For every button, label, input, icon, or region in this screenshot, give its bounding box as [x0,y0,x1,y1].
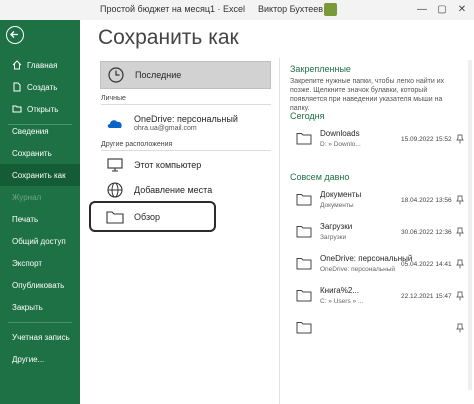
sidebar-item-info[interactable]: Сведения [0,120,80,142]
sidebar-item-save[interactable]: Сохранить [0,142,80,164]
sidebar-item-label: Общий доступ [12,236,66,246]
sidebar-divider [8,322,72,323]
folder-icon [296,133,312,145]
column-divider [279,58,280,404]
new-file-icon [13,82,21,92]
section-header-pinned: Закрепленные [290,64,351,74]
sidebar-item-account[interactable]: Учетная запись [0,326,80,348]
folder-path: Документы [320,202,354,209]
folder-row[interactable]: Загрузки Загрузки 30.06.2022 12:36 [290,221,474,245]
location-label: OneDrive: персональный [134,114,238,124]
folder-icon [296,322,312,334]
folder-name: OneDrive: персональный [320,254,413,263]
onedrive-icon [107,120,122,128]
folder-date: 22.12.2021 15:47 [401,293,452,300]
sidebar-item-close[interactable]: Закрыть [0,296,80,318]
globe-icon [107,182,123,198]
sidebar-item-share[interactable]: Общий доступ [0,230,80,252]
home-icon [12,60,22,70]
sidebar-item-open[interactable]: Открыть [0,98,80,120]
minimize-button[interactable]: — [412,2,432,18]
folder-date: 18.04.2022 13:56 [401,197,452,204]
folder-row[interactable]: OneDrive: персональный OneDrive: персона… [290,253,474,277]
sidebar-item-history: Журнал [0,186,80,208]
folder-name: Загрузки [320,222,353,231]
sidebar-item-label: Сохранить [12,148,52,158]
location-this-pc[interactable]: Этот компьютер [100,151,271,179]
folder-icon [296,194,312,206]
sidebar-item-label: Создать [27,82,58,92]
sidebar-item-more[interactable]: Другие... [0,348,80,370]
location-recent[interactable]: Последние [100,61,271,89]
sidebar-item-label: Открыть [27,104,59,114]
sidebar-item-print[interactable]: Печать [0,208,80,230]
folder-date: 05.04.2022 14:41 [401,261,452,268]
folder-path: D: » Downlo... [320,141,361,148]
sidebar-item-label: Закрыть [12,302,43,312]
pin-icon[interactable] [456,134,464,144]
pin-icon[interactable] [456,227,464,237]
folder-icon [296,290,312,302]
restore-button[interactable]: ▢ [432,2,452,18]
document-title: Простой бюджет на месяц1 · Excel [100,4,246,14]
folder-path: C: » Users » ... [320,298,364,305]
sidebar-item-label: Экспорт [12,258,43,268]
location-label: Добавление места [134,185,213,195]
scrollbar[interactable] [468,60,472,390]
arrow-left-icon [10,31,18,38]
clock-icon [108,67,124,83]
folder-icon [296,226,312,238]
pin-icon[interactable] [456,259,464,269]
location-onedrive[interactable]: OneDrive: персональный ohra.ua@gmail.com [100,108,271,138]
group-divider [101,104,271,105]
group-header-personal: Личные [101,95,126,102]
sidebar-item-label: Сохранить как [12,170,66,180]
sidebar-item-publish[interactable]: Опубликовать [0,274,80,296]
pin-icon[interactable] [456,323,464,333]
location-label: Этот компьютер [134,160,202,170]
folder-icon [296,258,312,270]
folder-name: Книга%2... [320,286,359,295]
location-account: ohra.ua@gmail.com [134,125,197,132]
folder-path: Загрузки [320,234,347,241]
user-avatar[interactable] [324,3,337,16]
sidebar-item-home[interactable]: Главная [0,54,80,76]
pinned-description: Закрепите нужные папки, чтобы легко найт… [290,78,445,112]
folder-date: 30.06.2022 12:36 [401,229,452,236]
folder-name: Downloads [320,129,360,138]
section-header-today: Сегодня [290,111,325,121]
user-name[interactable]: Виктор Бухтеев [258,4,323,14]
folder-open-icon [12,105,22,113]
location-add-place[interactable]: Добавление места [100,176,271,204]
section-header-long-ago: Совсем давно [290,172,350,182]
sidebar-item-label: Сведения [12,126,49,136]
sidebar-item-label: Другие... [12,354,45,364]
folder-name: Документы [320,190,362,199]
title-bar: Простой бюджет на месяц1 · Excel Виктор … [0,0,474,20]
sidebar-item-label: Опубликовать [12,280,65,290]
folder-path: OneDrive: персональный [320,266,396,273]
location-label: Последние [135,70,182,80]
close-button[interactable]: ✕ [452,2,472,18]
sidebar-item-label: Главная [27,60,58,70]
sidebar-item-label: Печать [12,214,39,224]
backstage-sidebar: Главная Создать Открыть Сведения Сохрани… [0,20,80,404]
page-title: Сохранить как [98,26,239,49]
sidebar-item-save-as[interactable]: Сохранить как [0,164,80,186]
pin-icon[interactable] [456,291,464,301]
folder-date: 15.09.2022 15:52 [401,136,452,143]
highlight-ring [89,201,216,232]
sidebar-item-export[interactable]: Экспорт [0,252,80,274]
sidebar-item-new[interactable]: Создать [0,76,80,98]
folder-row[interactable]: Книга%2... C: » Users » ... 22.12.2021 1… [290,285,474,309]
pin-icon[interactable] [456,195,464,205]
folder-row[interactable]: Документы Документы 18.04.2022 13:56 [290,189,474,213]
folder-row[interactable]: Downloads D: » Downlo... 15.09.2022 15:5… [290,128,474,152]
sidebar-item-label: Журнал [12,192,42,202]
folder-row[interactable] [290,317,474,341]
computer-icon [107,158,123,172]
group-header-other: Другие расположения [101,141,173,148]
sidebar-item-label: Учетная запись [12,332,70,342]
back-button[interactable] [6,26,24,44]
